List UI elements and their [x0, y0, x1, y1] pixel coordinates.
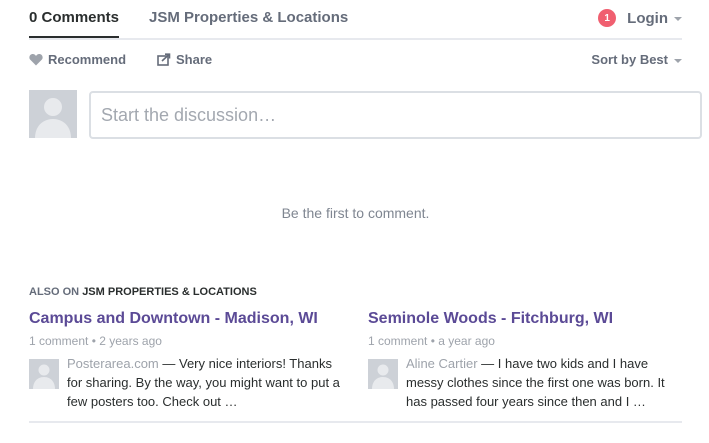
- user-placeholder-icon: [372, 364, 394, 389]
- share-icon: [157, 53, 171, 66]
- recommend-button[interactable]: Recommend: [29, 52, 126, 67]
- discussion-meta: 1 comment • a year ago: [368, 334, 495, 348]
- comment-snippet[interactable]: Aline Cartier — I have two kids and I ha…: [368, 354, 688, 414]
- share-button[interactable]: Share: [157, 52, 212, 67]
- discussion-card: Seminole Woods - Fitchburg, WI 1 comment…: [368, 310, 688, 414]
- login-label: Login: [627, 9, 668, 27]
- notification-badge[interactable]: 1: [598, 9, 617, 27]
- avatar: [29, 359, 59, 389]
- comments-widget: 0 Comments JSM Properties & Locations 1 …: [29, 0, 702, 423]
- top-nav: 0 Comments JSM Properties & Locations 1 …: [29, 0, 682, 40]
- divider: [29, 421, 682, 423]
- tab-comments[interactable]: 0 Comments: [29, 9, 120, 38]
- empty-state-message: Be the first to comment.: [281, 205, 430, 221]
- user-placeholder-icon: [33, 364, 55, 389]
- comment-author[interactable]: Aline Cartier: [406, 356, 478, 371]
- comment-input[interactable]: Start the discussion…: [89, 91, 702, 139]
- discussion-age: 2 years ago: [99, 334, 162, 348]
- also-on-site[interactable]: JSM PROPERTIES & LOCATIONS: [82, 286, 257, 298]
- also-on-prefix: ALSO ON: [29, 286, 80, 298]
- login-button[interactable]: 1 Login: [598, 9, 682, 27]
- tab-community[interactable]: JSM Properties & Locations: [149, 9, 348, 26]
- discussion-age: a year ago: [438, 334, 495, 348]
- chevron-down-icon: [674, 17, 682, 21]
- user-placeholder-icon: [35, 98, 71, 138]
- sort-dropdown[interactable]: Sort by Best: [591, 52, 682, 67]
- chevron-down-icon: [674, 58, 682, 63]
- share-label: Share: [176, 52, 213, 67]
- also-on-heading: ALSO ON JSM PROPERTIES & LOCATIONS: [29, 286, 257, 298]
- sort-label: Sort by Best: [591, 52, 668, 67]
- action-bar: Recommend Share Sort by Best: [29, 40, 682, 78]
- compose-area: Start the discussion…: [29, 90, 702, 140]
- discussion-title[interactable]: Seminole Woods - Fitchburg, WI: [368, 310, 688, 328]
- avatar: [368, 359, 398, 389]
- comment-placeholder: Start the discussion…: [101, 104, 277, 125]
- comment-count: 1 comment: [368, 334, 428, 348]
- comment-count: 1 comment: [29, 334, 89, 348]
- discussion-title[interactable]: Campus and Downtown - Madison, WI: [29, 310, 349, 328]
- comment-author[interactable]: Posterarea.com: [67, 356, 159, 371]
- heart-icon: [29, 54, 43, 66]
- discussion-card: Campus and Downtown - Madison, WI 1 comm…: [29, 310, 349, 414]
- recommend-label: Recommend: [48, 52, 127, 67]
- avatar: [29, 90, 77, 138]
- discussion-meta: 1 comment • 2 years ago: [29, 334, 162, 348]
- comment-snippet[interactable]: Posterarea.com — Very nice interiors! Th…: [29, 354, 349, 414]
